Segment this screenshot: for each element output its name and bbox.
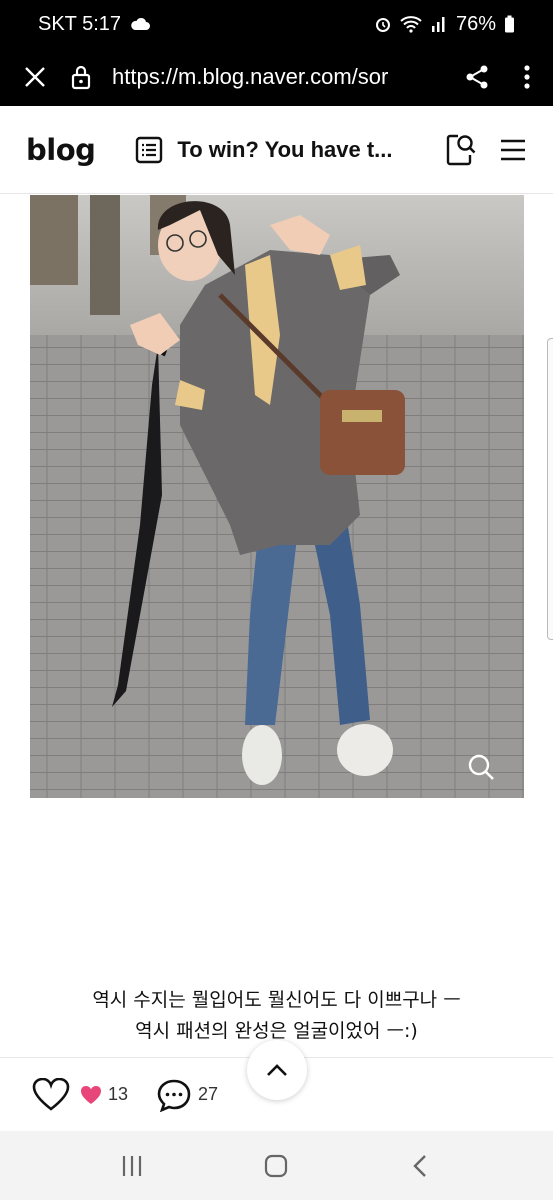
- post-photo[interactable]: [30, 195, 524, 798]
- status-carrier-time: SKT 5:17: [38, 12, 122, 35]
- post-text: 역시 수지는 뭘입어도 뭘신어도 다 이쁘구나 ㅡ 역시 패션의 완성은 얼굴이…: [0, 985, 553, 1047]
- more-options-icon[interactable]: [523, 64, 531, 90]
- blog-logo[interactable]: blog: [26, 133, 96, 167]
- blog-header: blog To win? You have t...: [0, 106, 553, 194]
- wifi-icon: [400, 16, 422, 33]
- share-icon[interactable]: [465, 64, 489, 90]
- post-title[interactable]: To win? You have t...: [177, 137, 417, 163]
- post-content: 역시 수지는 뭘입어도 뭘신어도 다 이쁘구나 ㅡ 역시 패션의 완성은 얼굴이…: [0, 195, 553, 1057]
- back-icon[interactable]: [409, 1154, 433, 1178]
- scroll-top-button[interactable]: [247, 1040, 307, 1100]
- comment-icon: [157, 1079, 191, 1112]
- like-count-group[interactable]: 13: [80, 1084, 128, 1105]
- filled-heart-icon: [81, 1085, 101, 1104]
- browser-url-bar: https://m.blog.naver.com/sor: [0, 48, 553, 106]
- post-list-icon[interactable]: [135, 136, 163, 164]
- fashion-photo: [30, 195, 524, 798]
- weather-icon: [131, 17, 151, 30]
- chevron-up-icon: [267, 1064, 287, 1076]
- menu-icon[interactable]: [499, 137, 527, 163]
- close-icon[interactable]: [22, 64, 48, 90]
- signal-icon: [431, 17, 445, 32]
- comment-group[interactable]: 27: [156, 1078, 218, 1112]
- lock-icon[interactable]: [70, 64, 92, 90]
- post-line-1: 역시 수지는 뭘입어도 뭘신어도 다 이쁘구나 ㅡ: [92, 989, 461, 1011]
- recent-apps-icon[interactable]: [120, 1154, 144, 1178]
- battery-percent: 76%: [455, 12, 496, 35]
- url-text[interactable]: https://m.blog.naver.com/sor: [112, 64, 408, 90]
- battery-icon: [505, 15, 514, 33]
- comment-count: 27: [198, 1084, 219, 1104]
- status-bar: SKT 5:17 76%: [0, 0, 553, 48]
- alarm-icon: [375, 18, 390, 32]
- system-nav-bar: [0, 1131, 553, 1200]
- like-count: 13: [108, 1084, 129, 1104]
- zoom-icon[interactable]: [464, 750, 498, 784]
- home-icon[interactable]: [264, 1154, 288, 1178]
- scrollbar[interactable]: [547, 338, 553, 640]
- search-icon[interactable]: [445, 133, 477, 167]
- like-heart-icon[interactable]: [32, 1077, 70, 1112]
